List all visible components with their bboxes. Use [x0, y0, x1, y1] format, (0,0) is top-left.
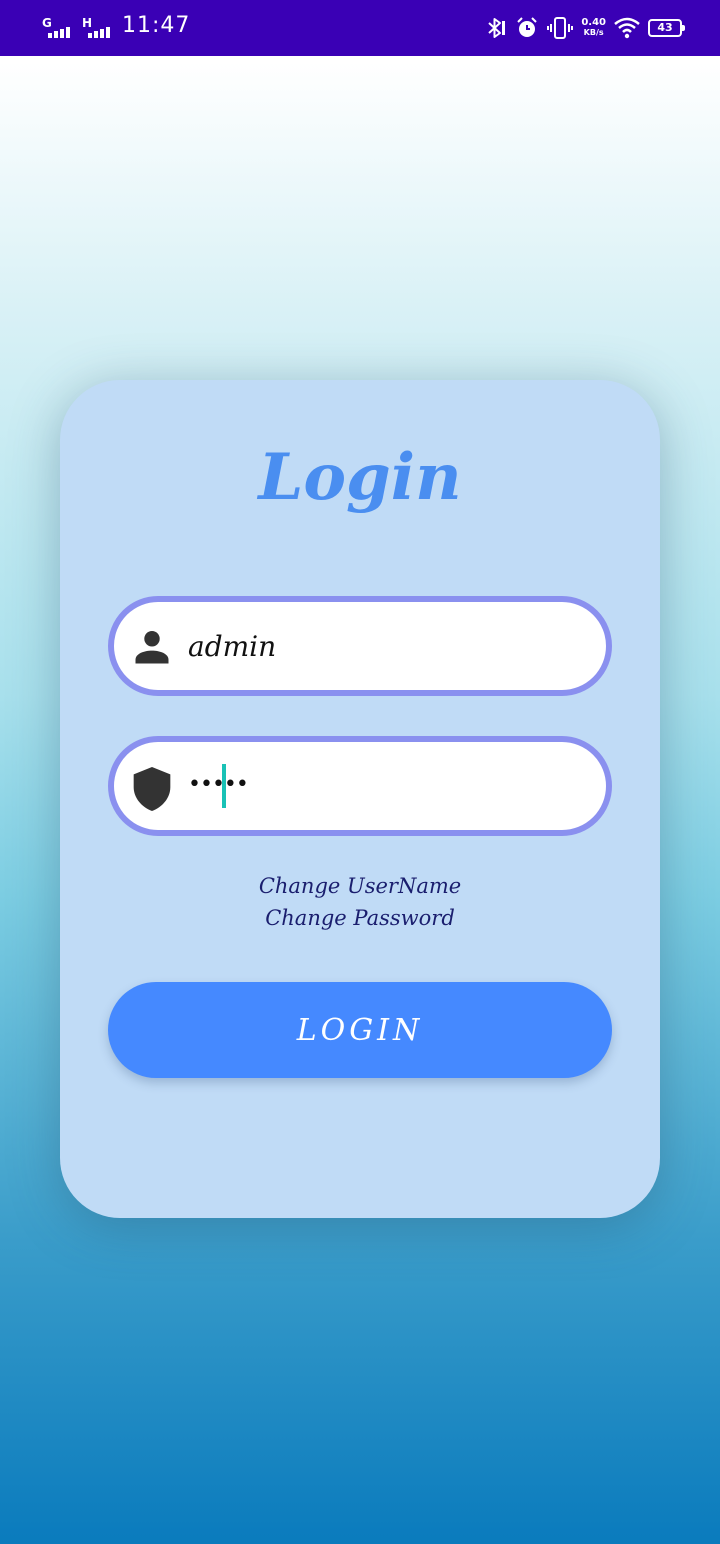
login-button[interactable]: LOGIN — [108, 982, 612, 1078]
shield-icon — [133, 767, 171, 811]
change-password-link[interactable]: Change Password — [60, 902, 660, 934]
clock: 11:47 — [122, 13, 191, 38]
change-username-link[interactable]: Change UserName — [60, 870, 660, 902]
battery-icon: 43 — [648, 19, 685, 37]
password-masked-value: ••••• — [188, 772, 249, 797]
page-title: Login — [258, 440, 462, 515]
username-field[interactable]: admin — [108, 596, 612, 696]
login-card: Login admin ••••• Change UserName Change… — [60, 380, 660, 1218]
battery-level: 43 — [657, 21, 673, 34]
status-bar: G H 11:47 0.40 KB/s 43 — [0, 0, 720, 56]
bluetooth-icon — [488, 18, 506, 38]
username-value: admin — [188, 630, 277, 663]
text-cursor — [222, 764, 226, 808]
sim2-signal-icon: H — [82, 16, 116, 40]
sim1-signal-icon: G — [42, 16, 76, 40]
vibrate-icon — [547, 17, 574, 39]
wifi-icon — [614, 17, 640, 39]
network-speed: 0.40 KB/s — [581, 18, 606, 38]
alarm-icon — [517, 17, 538, 37]
password-field[interactable]: ••••• — [108, 736, 612, 836]
user-icon — [135, 631, 169, 664]
network-speed-unit: KB/s — [583, 28, 604, 37]
account-links: Change UserName Change Password — [60, 870, 660, 934]
network-speed-value: 0.40 — [581, 17, 606, 28]
